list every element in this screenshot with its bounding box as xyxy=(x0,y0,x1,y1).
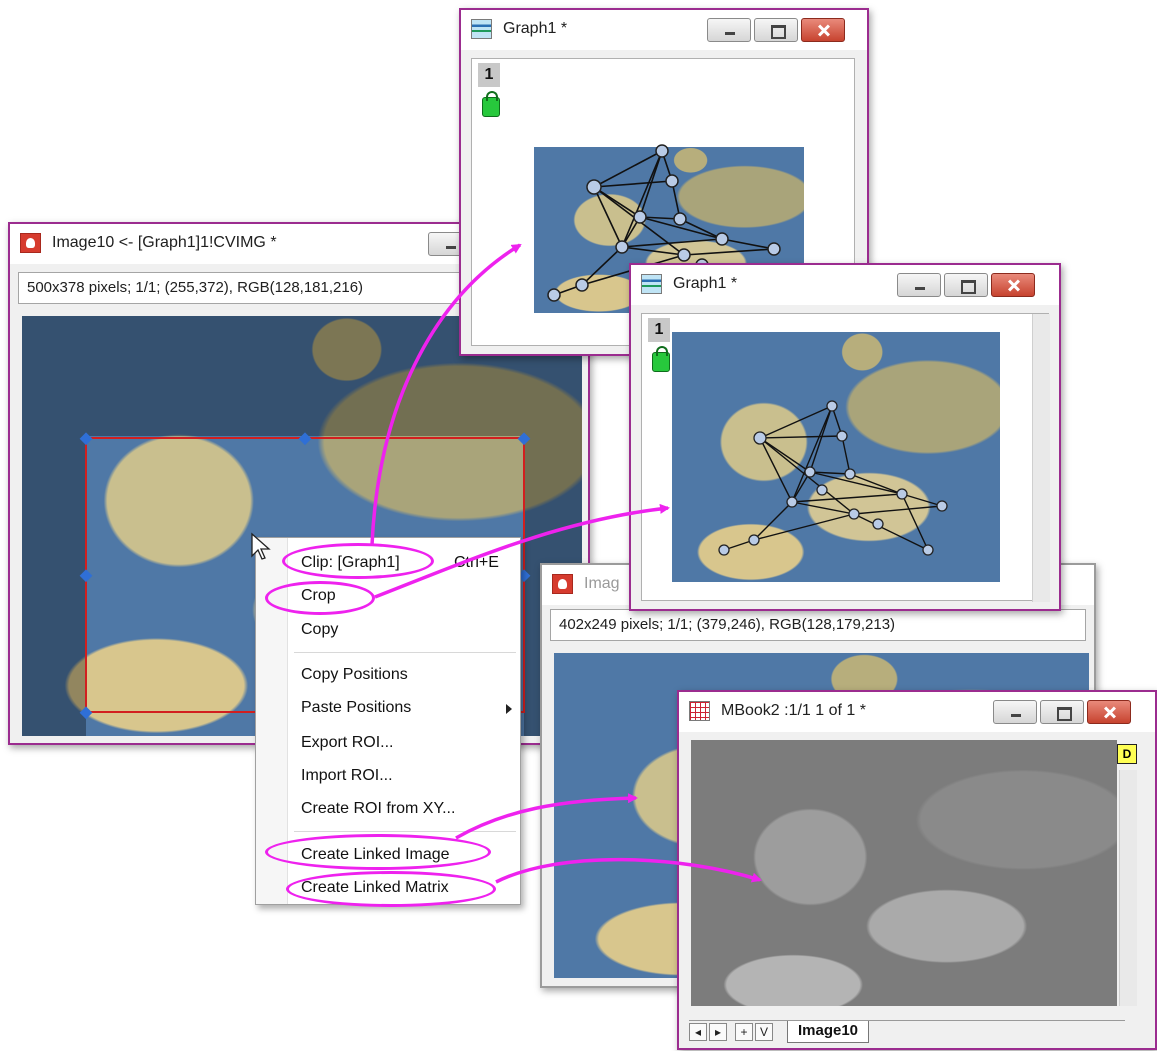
desktop: Image10 <- [Graph1]1!CVIMG * 500x378 pix… xyxy=(0,0,1157,1051)
annotation-arrows xyxy=(370,243,762,884)
